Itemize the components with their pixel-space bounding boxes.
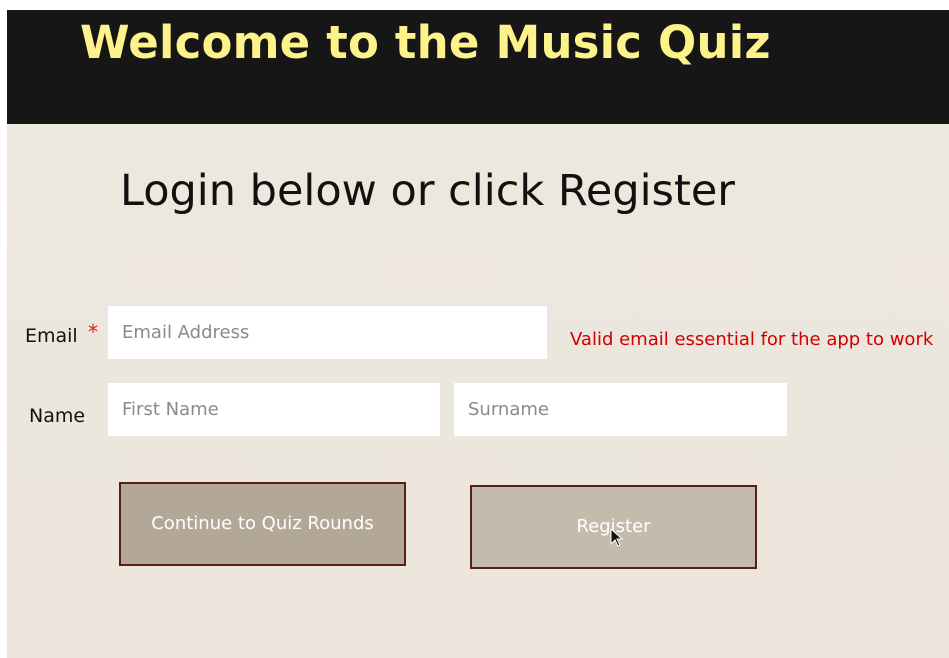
name-label: Name — [29, 405, 86, 427]
first-name-input[interactable] — [108, 383, 440, 436]
continue-button-label: Continue to Quiz Rounds — [151, 513, 374, 534]
email-hint: Valid email essential for the app to wor… — [570, 329, 934, 350]
surname-input[interactable] — [454, 383, 787, 436]
header-bar: Welcome to the Music Quiz — [7, 10, 949, 124]
email-input[interactable] — [108, 306, 547, 359]
app-window: Welcome to the Music Quiz Login below or… — [7, 10, 949, 658]
page-heading: Login below or click Register — [120, 166, 735, 216]
continue-button[interactable]: Continue to Quiz Rounds — [119, 482, 406, 566]
mouse-pointer-icon — [610, 528, 624, 547]
required-marker: * — [88, 320, 98, 344]
register-button[interactable]: Register — [470, 485, 757, 569]
email-label: Email — [25, 325, 78, 347]
site-title: Welcome to the Music Quiz — [80, 16, 771, 69]
